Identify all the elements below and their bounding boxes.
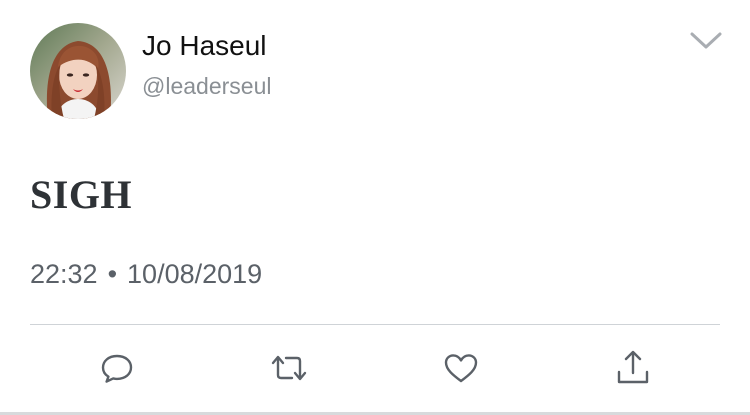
reply-icon — [101, 354, 133, 383]
username-handle[interactable]: @leaderseul — [142, 71, 271, 101]
chevron-down-icon[interactable] — [688, 28, 724, 52]
tweet-card: Jo Haseul @leaderseul SIGH 22:32 • 10/08/2… — [0, 0, 750, 415]
tweet-timestamp[interactable]: 22:32 • 10/08/2019 — [30, 257, 262, 291]
reply-button[interactable] — [97, 348, 137, 388]
tweet-time: 22:32 — [30, 259, 98, 289]
avatar-image — [30, 23, 126, 119]
divider — [30, 324, 720, 325]
like-button[interactable] — [441, 348, 481, 388]
avatar[interactable] — [30, 23, 126, 119]
timestamp-separator: • — [107, 259, 118, 289]
heart-icon — [444, 354, 478, 383]
retweet-button[interactable] — [269, 348, 309, 388]
display-name[interactable]: Jo Haseul — [142, 29, 267, 63]
tweet-date: 10/08/2019 — [127, 259, 263, 289]
tweet-text: SIGH — [30, 172, 133, 217]
retweet-icon — [271, 355, 307, 381]
share-icon — [617, 350, 649, 384]
share-button[interactable] — [613, 348, 653, 388]
